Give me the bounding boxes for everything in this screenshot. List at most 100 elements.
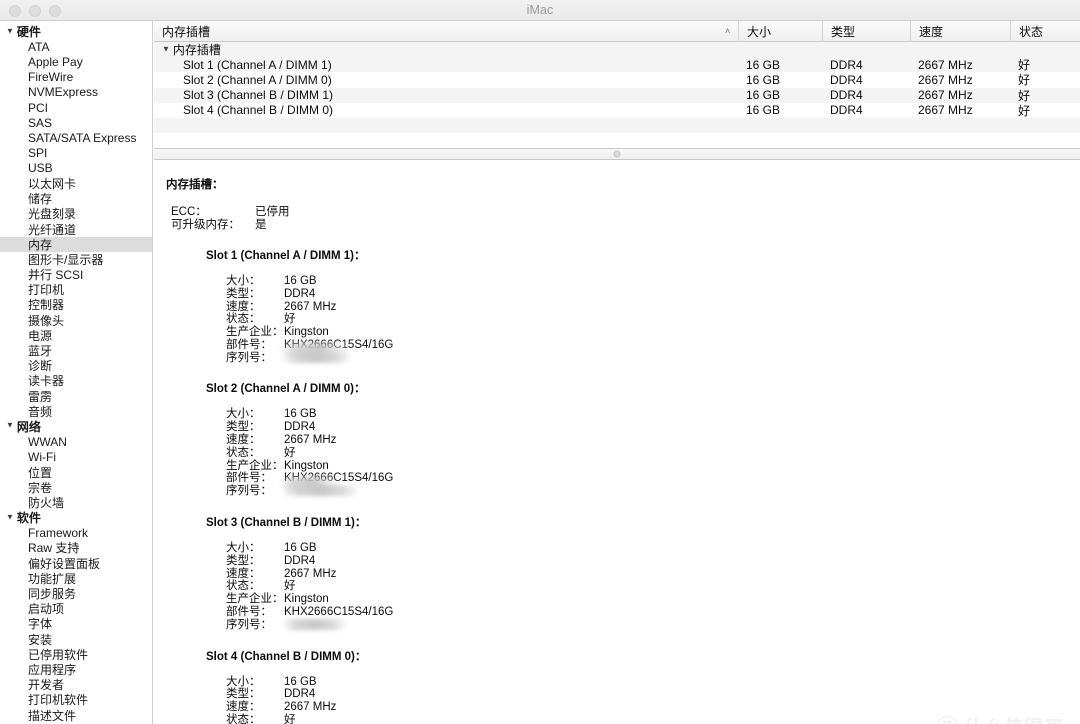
sidebar-item-SPI[interactable]: SPI — [0, 146, 152, 161]
sidebar-item-光纤通道[interactable]: 光纤通道 — [0, 221, 152, 237]
sidebar-item-图形卡/显示器[interactable]: 图形卡/显示器 — [0, 252, 152, 267]
triangle-down-icon[interactable]: ▼ — [162, 45, 170, 53]
table-cell-speed: 2667 MHz — [918, 103, 973, 118]
sidebar-item-label: WWAN — [28, 434, 67, 449]
sidebar-item-Wi-Fi[interactable]: Wi-Fi — [0, 449, 152, 464]
sidebar-item-USB[interactable]: USB — [0, 161, 152, 176]
sidebar-item-打印机软件[interactable]: 打印机软件 — [0, 692, 152, 707]
sidebar[interactable]: ▼ 硬件 ATA Apple Pay FireWire NVMExpress PCI SAS S… — [0, 21, 153, 724]
detail-field-row: 生产企业： Kingston — [226, 593, 1080, 606]
sidebar-item-SAS[interactable]: SAS — [0, 115, 152, 130]
sidebar-item-储存[interactable]: 储存 — [0, 191, 152, 206]
table-row[interactable]: Slot 4 (Channel B / DIMM 0) 16 GB DDR4 2667… — [154, 103, 1080, 118]
detail-slot-fields: 大小： 16 GB 类型： DDR4 速度： 2667 MHz 状态： 好生产企业：Kings… — [206, 408, 1080, 499]
table-group-row-name[interactable]: ▼ 内存插槽 — [154, 41, 738, 58]
detail-field-row: 类型： DDR4 — [226, 421, 1080, 434]
sidebar-item-Framework[interactable]: Framework — [0, 525, 152, 540]
table-group-row-label: 内存插槽 — [172, 43, 221, 58]
zoom-button[interactable] — [49, 4, 61, 17]
sidebar-item-控制器[interactable]: 控制器 — [0, 297, 152, 312]
detail-field-key: 速度： — [226, 567, 261, 580]
system-information-window: iMac ▼ 硬件 ATA Apple Pay FireWire NVMExpress PC… — [0, 0, 1080, 724]
sidebar-item-启动项[interactable]: 启动项 — [0, 601, 152, 616]
sidebar-item-FireWire[interactable]: FireWire — [0, 70, 152, 85]
detail-field-value: 好 — [284, 313, 296, 326]
pane-splitter[interactable] — [154, 148, 1080, 161]
detail-field-row: 大小： 16 GB — [226, 676, 1080, 689]
sidebar-item-描述文件[interactable]: 描述文件 — [0, 707, 152, 723]
sidebar-item-蓝牙[interactable]: 蓝牙 — [0, 343, 152, 358]
sidebar-item-音频[interactable]: 音频 — [0, 404, 152, 419]
sidebar-item-功能扩展[interactable]: 功能扩展 — [0, 571, 152, 586]
minimize-button[interactable] — [29, 4, 41, 17]
sidebar-item-已停用软件[interactable]: 已停用软件 — [0, 647, 152, 662]
part-number-wrapper: KHX2666C15S4/16G — [280, 339, 393, 356]
sidebar-item-打印机[interactable]: 打印机 — [0, 282, 152, 297]
detail-field-key: 生产企业： — [226, 593, 284, 606]
table-cell-status: 好 — [1018, 103, 1031, 118]
sidebar-item-内存[interactable]: 内存 — [0, 236, 152, 252]
sort-ascending-icon[interactable]: ˄ — [725, 26, 730, 36]
table-empty-row — [154, 117, 1080, 134]
sidebar-item-防火墙[interactable]: 防火墙 — [0, 495, 152, 510]
detail-field-key: 状态： — [226, 580, 261, 593]
triangle-down-icon[interactable]: ▼ — [6, 513, 14, 521]
detail-field-row: 生产企业： Kingston — [226, 460, 1080, 473]
sidebar-item-开发者[interactable]: 开发者 — [0, 677, 152, 692]
sidebar-item-并行 SCSI[interactable]: 并行 SCSI — [0, 267, 152, 282]
sidebar-item-Apple Pay[interactable]: Apple Pay — [0, 54, 152, 69]
sidebar-item-读卡器[interactable]: 读卡器 — [0, 373, 152, 388]
column-header-status[interactable]: 状态 — [1010, 21, 1080, 42]
sidebar-item-PCI[interactable]: PCI — [0, 100, 152, 115]
table-row[interactable]: Slot 1 (Channel A / DIMM 1) 16 GB DDR4 2667… — [154, 57, 1080, 73]
sidebar-item-字体[interactable]: 字体 — [0, 616, 152, 631]
detail-field-value: 16 GB — [284, 675, 317, 688]
sidebar-item-电源[interactable]: 电源 — [0, 328, 152, 343]
sidebar-group-2[interactable]: ▼ 软件 — [0, 510, 152, 525]
column-header-speed[interactable]: 速度 — [910, 21, 1010, 42]
sidebar-item-label: NVMExpress — [28, 85, 99, 100]
table-header[interactable]: 内存插槽 大小 ˄ 类型 速度 状态 — [154, 21, 1080, 42]
sidebar-item-NVMExpress[interactable]: NVMExpress — [0, 85, 152, 100]
sidebar-group-1[interactable]: ▼ 网络 — [0, 419, 152, 434]
sidebar-item-同步服务[interactable]: 同步服务 — [0, 586, 152, 601]
sidebar-item-ATA[interactable]: ATA — [0, 39, 152, 54]
close-button[interactable] — [9, 4, 21, 17]
table-group-row[interactable]: ▼ 内存插槽 — [154, 41, 1080, 58]
detail-field-value: DDR4 — [284, 287, 316, 300]
detail-field-key: 大小： — [226, 675, 261, 688]
sidebar-item-label: Wi-Fi — [28, 449, 56, 464]
column-header-size[interactable]: 大小 ˄ — [725, 21, 822, 42]
detail-field-value: 2667 MHz — [284, 567, 337, 580]
sidebar-item-诊断[interactable]: 诊断 — [0, 358, 152, 373]
detail-field-key: 序列号： — [226, 485, 272, 498]
sidebar-item-WWAN[interactable]: WWAN — [0, 434, 152, 449]
sidebar-item-Raw 支持[interactable]: Raw 支持 — [0, 540, 152, 555]
sidebar-item-SATA/SATA Express[interactable]: SATA/SATA Express — [0, 130, 152, 145]
sidebar-item-安装[interactable]: 安装 — [0, 632, 152, 647]
sidebar-item-摄像头[interactable]: 摄像头 — [0, 313, 152, 328]
sidebar-item-位置[interactable]: 位置 — [0, 464, 152, 480]
memory-slots-table[interactable]: ▼ 内存插槽 Slot 1 (Channel A / DIMM 1) 16 GB DDR… — [154, 42, 1080, 148]
sidebar-item-光盘刻录[interactable]: 光盘刻录 — [0, 206, 152, 221]
sidebar-item-宗卷[interactable]: 宗卷 — [0, 480, 152, 495]
window-title: iMac — [526, 3, 554, 17]
table-row[interactable]: Slot 2 (Channel A / DIMM 0) 16 GB DDR4 2667… — [154, 72, 1080, 88]
sidebar-item-雷雳[interactable]: 雷雳 — [0, 389, 152, 404]
part-number-wrapper: KHX2666C15S4/16G — [280, 472, 393, 491]
sidebar-group-0[interactable]: ▼ 硬件 — [0, 24, 152, 39]
sidebar-item-应用程序[interactable]: 应用程序 — [0, 662, 152, 677]
column-header-type[interactable]: 类型 — [822, 21, 910, 42]
table-row[interactable]: Slot 3 (Channel B / DIMM 1) 16 GB DDR4 2667… — [154, 87, 1080, 103]
sidebar-item-偏好设置面板[interactable]: 偏好设置面板 — [0, 556, 152, 571]
triangle-down-icon[interactable]: ▼ — [6, 421, 14, 430]
sidebar-item-label: FireWire — [28, 70, 74, 85]
detail-field-key: ECC： — [171, 206, 207, 219]
detail-field-row: 类型： DDR4 — [226, 688, 1080, 701]
column-header-name[interactable]: 内存插槽 — [154, 21, 738, 42]
sidebar-item-以太网卡[interactable]: 以太网卡 — [0, 176, 152, 191]
splitter-grip-icon[interactable] — [613, 150, 621, 158]
detail-field-row: 状态： 好 — [226, 447, 1080, 460]
triangle-down-icon[interactable]: ▼ — [6, 27, 14, 35]
detail-top-fields: ECC： 已停用 可升级内存： 是 — [164, 206, 1080, 232]
